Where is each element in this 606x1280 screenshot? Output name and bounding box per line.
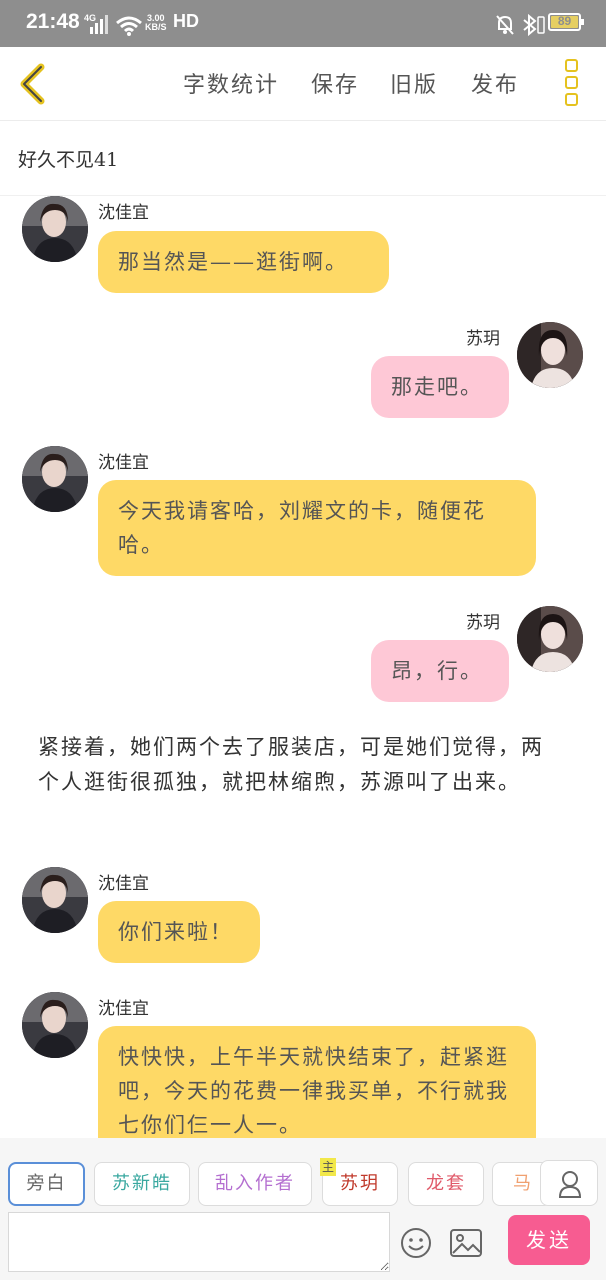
clock: 21:48 — [26, 10, 80, 33]
battery-icon: 89 — [548, 13, 584, 31]
chat-area[interactable]: 沈佳宜 那当然是——逛街啊。 苏玥 那走吧。 沈佳宜 今天我请客哈，刘耀文的卡，… — [0, 196, 606, 1138]
story-title[interactable]: 好久不见41 — [18, 145, 118, 172]
save-button[interactable]: 保存 — [311, 67, 359, 99]
message-bubble[interactable]: 那走吧。 — [371, 356, 509, 418]
network-speed: 3.00 KB/S — [145, 13, 167, 32]
signal-icon — [88, 14, 108, 34]
message-bubble[interactable]: 你们来啦！ — [98, 901, 260, 963]
person-icon — [558, 1171, 582, 1198]
battery-level: 89 — [557, 14, 572, 28]
top-toolbar: 字数统计 保存 旧版 发布 — [0, 47, 606, 121]
role-chip[interactable]: 乱入作者 — [198, 1162, 312, 1206]
avatar[interactable] — [517, 322, 583, 388]
image-icon[interactable] — [450, 1229, 482, 1257]
message-bubble[interactable]: 今天我请客哈，刘耀文的卡，随便花哈。 — [98, 480, 536, 576]
narration-text[interactable]: 紧接着，她们两个去了服装店，可是她们觉得，两个人逛街很孤独，就把林缩煦，苏源叫了… — [38, 730, 558, 800]
speaker-name: 沈佳宜 — [98, 999, 149, 1019]
avatar[interactable] — [22, 992, 88, 1058]
avatar[interactable] — [22, 867, 88, 933]
message-bubble[interactable]: 昂，行。 — [371, 640, 509, 702]
vibrate-icon — [537, 16, 545, 34]
mute-bell-icon — [496, 15, 514, 35]
role-chip[interactable]: 苏新皓 — [94, 1162, 190, 1206]
main-role-badge: 主 — [320, 1158, 336, 1176]
word-count-button[interactable]: 字数统计 — [183, 67, 279, 99]
role-manager-button[interactable] — [540, 1160, 598, 1206]
speaker-name: 沈佳宜 — [98, 453, 149, 473]
role-chip[interactable]: 龙套 — [408, 1162, 484, 1206]
avatar[interactable] — [22, 196, 88, 262]
more-menu-icon[interactable] — [565, 59, 579, 107]
send-button[interactable]: 发送 — [508, 1215, 590, 1265]
wifi-icon — [116, 16, 142, 36]
speaker-name: 苏玥 — [466, 613, 500, 633]
back-arrow-icon[interactable] — [16, 63, 48, 105]
speaker-name: 沈佳宜 — [98, 874, 149, 894]
avatar[interactable] — [22, 446, 88, 512]
message-bubble[interactable]: 快快快，上午半天就快结束了，赶紧逛吧，今天的花费一律我买单，不行就我七你们仨一人… — [98, 1026, 536, 1138]
status-bar: 21:48 4G 3.00 KB/S HD 89 — [0, 0, 606, 47]
hd-label: HD — [173, 11, 199, 31]
speaker-name: 苏玥 — [466, 329, 500, 349]
composer-panel: 旁白 苏新皓 乱入作者 苏玥 主 龙套 马嘉 发送 — [0, 1138, 606, 1280]
message-input[interactable] — [8, 1212, 390, 1272]
emoji-icon[interactable] — [400, 1227, 432, 1259]
message-bubble[interactable]: 那当然是——逛街啊。 — [98, 231, 389, 293]
role-chip-narrator[interactable]: 旁白 — [8, 1162, 85, 1206]
publish-button[interactable]: 发布 — [471, 67, 519, 99]
avatar[interactable] — [517, 606, 583, 672]
old-version-button[interactable]: 旧版 — [390, 67, 438, 99]
speaker-name: 沈佳宜 — [98, 203, 149, 223]
